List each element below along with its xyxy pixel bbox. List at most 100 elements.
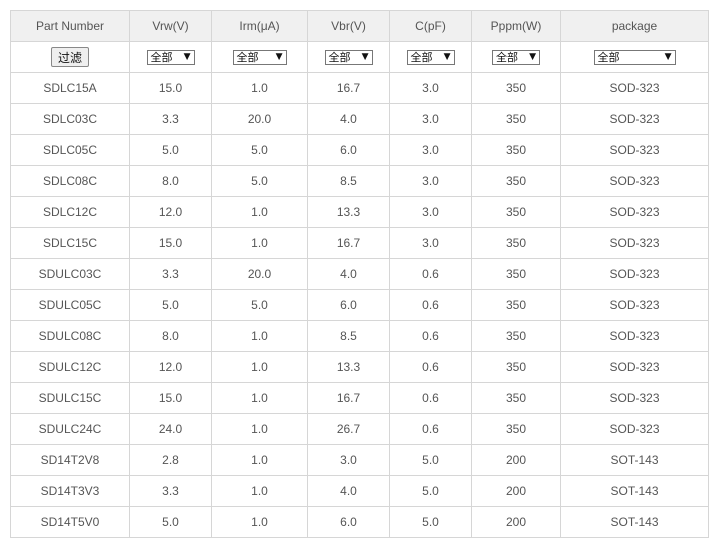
cell-irm: 20.0 <box>211 103 308 135</box>
filter-vbr-cell: 全部 ▼ <box>307 41 390 73</box>
filter-package-select[interactable]: 全部 ▼ <box>593 49 676 65</box>
filter-vrw-cell: 全部 ▼ <box>129 41 212 73</box>
cell-package: SOT-143 <box>560 506 709 538</box>
cell-package: SOD-323 <box>560 413 709 445</box>
filter-vbr-value: 全部 <box>328 51 351 64</box>
filter-vrw-select[interactable]: 全部 ▼ <box>146 49 195 65</box>
filter-button[interactable]: 过滤 <box>50 47 89 67</box>
header-row: Part Number Vrw(V) Irm(μA) Vbr(V) C(pF) … <box>10 10 709 42</box>
cell-vbr: 8.5 <box>307 165 390 197</box>
cell-part-number: SDULC24C <box>10 413 130 445</box>
cell-vrw: 12.0 <box>129 196 212 228</box>
filter-pppm-select[interactable]: 全部 ▼ <box>492 49 540 65</box>
filter-capacitance-value: 全部 <box>410 51 433 64</box>
cell-part-number: SDLC03C <box>10 103 130 135</box>
cell-vbr: 3.0 <box>307 444 390 476</box>
cell-irm: 1.0 <box>211 506 308 538</box>
filter-irm-select[interactable]: 全部 ▼ <box>232 49 287 65</box>
table-row[interactable]: SDLC05C 5.0 5.0 6.0 3.0 350 SOD-323 <box>10 134 709 166</box>
table-row[interactable]: SDULC24C 24.0 1.0 26.7 0.6 350 SOD-323 <box>10 413 709 445</box>
cell-pppm: 200 <box>471 444 561 476</box>
cell-pppm: 350 <box>471 134 561 166</box>
cell-vrw: 12.0 <box>129 351 212 383</box>
filter-pppm-value: 全部 <box>496 51 518 64</box>
cell-vbr: 26.7 <box>307 413 390 445</box>
table-row[interactable]: SD14T5V0 5.0 1.0 6.0 5.0 200 SOT-143 <box>10 506 709 538</box>
table-row[interactable]: SDLC12C 12.0 1.0 13.3 3.0 350 SOD-323 <box>10 196 709 228</box>
cell-pppm: 350 <box>471 320 561 352</box>
col-header-package[interactable]: package <box>560 10 709 42</box>
cell-capacitance: 0.6 <box>389 258 472 290</box>
filter-row: 过滤 全部 ▼ 全部 ▼ 全部 ▼ 全部 ▼ 全部 ▼ 全部 ▼ <box>10 41 709 73</box>
cell-capacitance: 3.0 <box>389 103 472 135</box>
cell-vrw: 8.0 <box>129 165 212 197</box>
cell-vbr: 6.0 <box>307 134 390 166</box>
cell-vrw: 15.0 <box>129 72 212 104</box>
cell-package: SOD-323 <box>560 382 709 414</box>
chevron-down-icon: ▼ <box>275 52 283 62</box>
cell-irm: 1.0 <box>211 227 308 259</box>
cell-pppm: 350 <box>471 258 561 290</box>
cell-capacitance: 0.6 <box>389 413 472 445</box>
filter-capacitance-select[interactable]: 全部 ▼ <box>406 49 455 65</box>
cell-vbr: 4.0 <box>307 258 390 290</box>
cell-irm: 5.0 <box>211 134 308 166</box>
cell-package: SOD-323 <box>560 289 709 321</box>
cell-part-number: SDULC05C <box>10 289 130 321</box>
table-row[interactable]: SDULC08C 8.0 1.0 8.5 0.6 350 SOD-323 <box>10 320 709 352</box>
cell-package: SOD-323 <box>560 196 709 228</box>
table-row[interactable]: SD14T3V3 3.3 1.0 4.0 5.0 200 SOT-143 <box>10 475 709 507</box>
cell-capacitance: 5.0 <box>389 506 472 538</box>
cell-vrw: 5.0 <box>129 289 212 321</box>
table-row[interactable]: SDULC03C 3.3 20.0 4.0 0.6 350 SOD-323 <box>10 258 709 290</box>
cell-part-number: SDULC08C <box>10 320 130 352</box>
cell-vrw: 5.0 <box>129 134 212 166</box>
table-row[interactable]: SDLC08C 8.0 5.0 8.5 3.0 350 SOD-323 <box>10 165 709 197</box>
cell-package: SOT-143 <box>560 444 709 476</box>
cell-vbr: 13.3 <box>307 196 390 228</box>
filter-package-value: 全部 <box>597 51 620 64</box>
col-header-vbr[interactable]: Vbr(V) <box>307 10 390 42</box>
table-row[interactable]: SDLC03C 3.3 20.0 4.0 3.0 350 SOD-323 <box>10 103 709 135</box>
cell-irm: 20.0 <box>211 258 308 290</box>
cell-package: SOD-323 <box>560 165 709 197</box>
cell-vbr: 16.7 <box>307 382 390 414</box>
table-row[interactable]: SDULC05C 5.0 5.0 6.0 0.6 350 SOD-323 <box>10 289 709 321</box>
table-row[interactable]: SD14T2V8 2.8 1.0 3.0 5.0 200 SOT-143 <box>10 444 709 476</box>
col-header-part-number[interactable]: Part Number <box>10 10 130 42</box>
cell-part-number: SDLC15C <box>10 227 130 259</box>
cell-irm: 1.0 <box>211 72 308 104</box>
cell-package: SOT-143 <box>560 475 709 507</box>
cell-vrw: 24.0 <box>129 413 212 445</box>
filter-pppm-cell: 全部 ▼ <box>471 41 561 73</box>
cell-package: SOD-323 <box>560 134 709 166</box>
cell-vbr: 4.0 <box>307 103 390 135</box>
cell-part-number: SDLC08C <box>10 165 130 197</box>
table-body: SDLC15A 15.0 1.0 16.7 3.0 350 SOD-323 SDLC03C 3.… <box>10 72 709 538</box>
cell-irm: 1.0 <box>211 444 308 476</box>
col-header-capacitance[interactable]: C(pF) <box>389 10 472 42</box>
cell-vrw: 15.0 <box>129 382 212 414</box>
filter-vrw-value: 全部 <box>150 51 173 64</box>
cell-pppm: 350 <box>471 103 561 135</box>
cell-package: SOD-323 <box>560 72 709 104</box>
table-row[interactable]: SDULC12C 12.0 1.0 13.3 0.6 350 SOD-323 <box>10 351 709 383</box>
col-header-irm[interactable]: Irm(μA) <box>211 10 308 42</box>
table-row[interactable]: SDULC15C 15.0 1.0 16.7 0.6 350 SOD-323 <box>10 382 709 414</box>
cell-part-number: SDLC15A <box>10 72 130 104</box>
filter-irm-value: 全部 <box>236 51 259 64</box>
table-row[interactable]: SDLC15C 15.0 1.0 16.7 3.0 350 SOD-323 <box>10 227 709 259</box>
filter-vbr-select[interactable]: 全部 ▼ <box>324 49 373 65</box>
cell-pppm: 350 <box>471 351 561 383</box>
cell-pppm: 350 <box>471 289 561 321</box>
table-row[interactable]: SDLC15A 15.0 1.0 16.7 3.0 350 SOD-323 <box>10 72 709 104</box>
cell-pppm: 350 <box>471 72 561 104</box>
cell-vrw: 3.3 <box>129 475 212 507</box>
col-header-vrw[interactable]: Vrw(V) <box>129 10 212 42</box>
cell-capacitance: 5.0 <box>389 475 472 507</box>
cell-vbr: 6.0 <box>307 506 390 538</box>
cell-irm: 1.0 <box>211 382 308 414</box>
filter-package-cell: 全部 ▼ <box>560 41 709 73</box>
col-header-pppm[interactable]: Pppm(W) <box>471 10 561 42</box>
cell-pppm: 200 <box>471 475 561 507</box>
